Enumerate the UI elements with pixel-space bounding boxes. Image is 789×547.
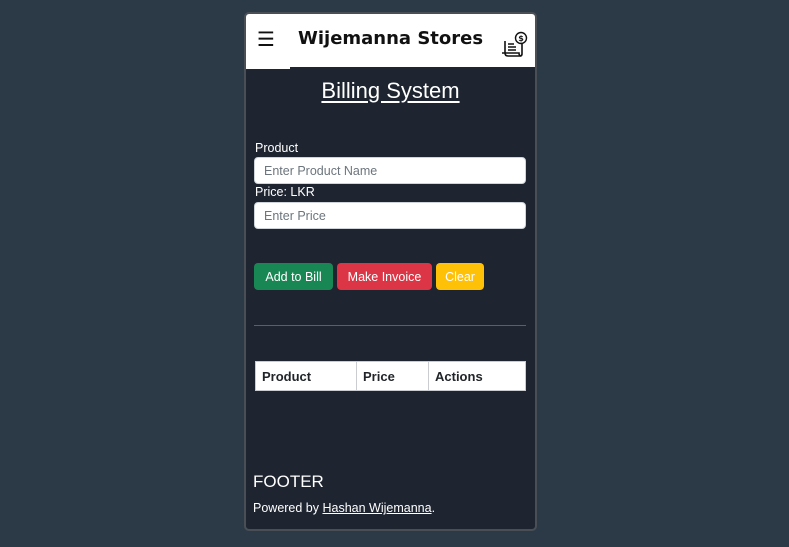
column-header-price: Price xyxy=(356,361,429,391)
navbar: ☰ Wijemanna Stores $ xyxy=(246,14,535,67)
price-input[interactable] xyxy=(254,202,526,229)
product-label: Product xyxy=(255,141,299,155)
brand-title[interactable]: Wijemanna Stores xyxy=(298,28,483,49)
footer-credit: Powered by Hashan Wijemanna. xyxy=(253,501,435,515)
bill-table: Product Price Actions xyxy=(255,361,526,391)
footer-suffix: . xyxy=(431,501,436,515)
column-header-actions: Actions xyxy=(428,361,526,391)
navbar-underline xyxy=(246,67,290,69)
page-title: Billing System xyxy=(321,78,460,103)
app-frame: ☰ Wijemanna Stores $ Billing System Prod… xyxy=(244,12,537,531)
product-input[interactable] xyxy=(254,157,526,184)
clear-button[interactable]: Clear xyxy=(436,263,484,290)
author-link[interactable]: Hashan Wijemanna xyxy=(322,501,431,515)
divider xyxy=(254,325,526,326)
column-header-product: Product xyxy=(255,361,357,391)
table-header-row: Product Price Actions xyxy=(255,361,526,391)
price-label: Price: LKR xyxy=(255,185,315,199)
invoice-dollar-icon[interactable]: $ xyxy=(499,31,529,61)
svg-text:$: $ xyxy=(518,34,524,43)
make-invoice-button[interactable]: Make Invoice xyxy=(337,263,432,290)
add-to-bill-button[interactable]: Add to Bill xyxy=(254,263,333,290)
hamburger-icon[interactable]: ☰ xyxy=(257,28,275,50)
footer-prefix: Powered by xyxy=(253,501,323,515)
footer-title: FOOTER xyxy=(253,472,324,491)
